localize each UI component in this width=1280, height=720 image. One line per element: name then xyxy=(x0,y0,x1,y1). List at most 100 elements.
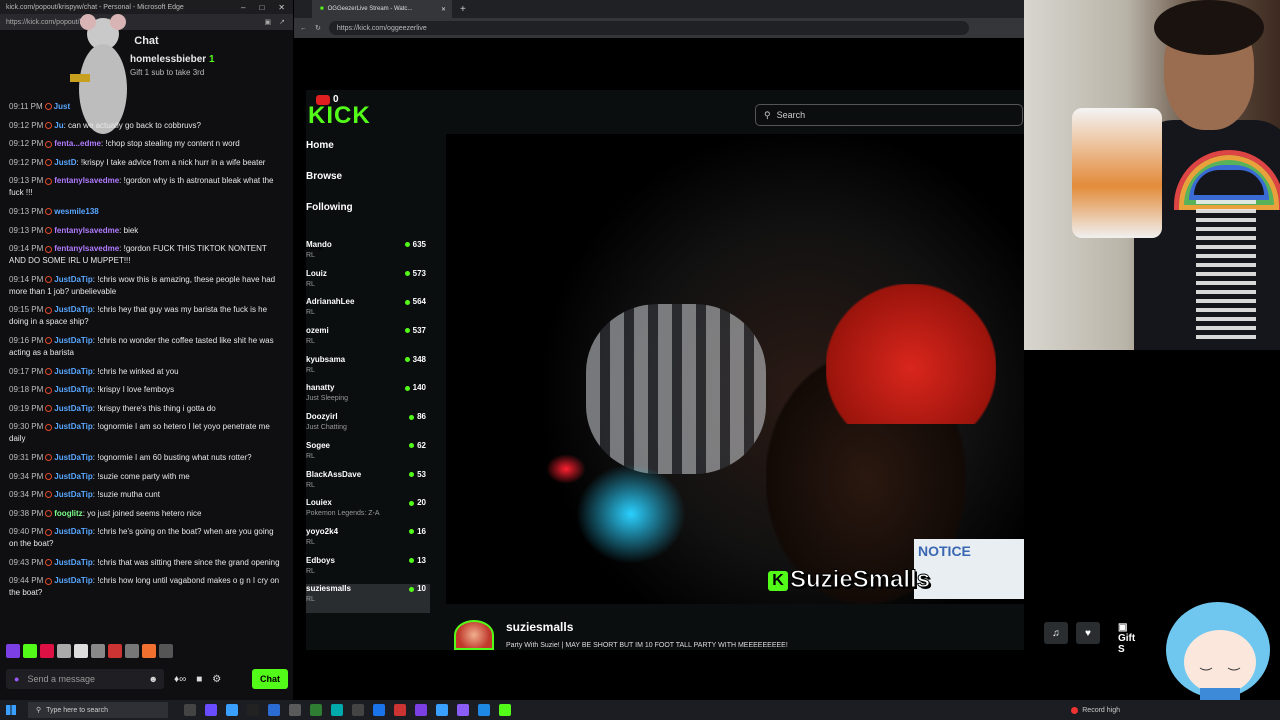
emote-icon[interactable] xyxy=(6,644,20,658)
message-username[interactable]: JustDaTip xyxy=(54,404,93,413)
taskbar-app-icon[interactable] xyxy=(289,704,301,716)
taskbar-app-icon[interactable] xyxy=(457,704,469,716)
message-username[interactable]: fenta...edme xyxy=(54,139,101,148)
emote-icon[interactable] xyxy=(23,644,37,658)
gear-icon[interactable]: ⚙ xyxy=(212,674,221,685)
bell-icon[interactable]: ♫ xyxy=(1044,622,1068,644)
following-channel[interactable]: ozemi RL 537 xyxy=(306,326,430,355)
message-username[interactable]: fentanylsavedme xyxy=(54,226,119,235)
following-channel[interactable]: hanatty Just Sleeping 140 xyxy=(306,383,430,412)
taskbar-search[interactable]: ⚲ Type here to search xyxy=(28,702,168,718)
emote-icon[interactable] xyxy=(142,644,156,658)
following-channel[interactable]: BlackAssDave RL 53 xyxy=(306,470,430,499)
message-username[interactable]: Just xyxy=(54,102,70,111)
nav-browse[interactable]: Browse xyxy=(306,171,436,202)
following-channel[interactable]: Doozyirl Just Chatting 86 xyxy=(306,412,430,441)
following-channel[interactable]: Louiz RL 573 xyxy=(306,269,430,298)
kick-logo[interactable]: KICK xyxy=(308,102,371,130)
channel-category: RL xyxy=(306,252,315,259)
chat-message-input[interactable]: ● Send a message ☻ xyxy=(6,669,164,689)
avatar[interactable] xyxy=(454,620,494,650)
message-username[interactable]: Ju xyxy=(54,121,63,130)
taskbar-app-icon[interactable] xyxy=(394,704,406,716)
following-channel[interactable]: kyubsama RL 348 xyxy=(306,355,430,384)
message-username[interactable]: JustDaTip xyxy=(54,490,93,499)
message-username[interactable]: JustDaTip xyxy=(54,367,93,376)
streamer-name[interactable]: suziesmalls xyxy=(506,620,573,634)
message-username[interactable]: JustDaTip xyxy=(54,422,93,431)
search-input[interactable]: ⚲ Search xyxy=(755,104,1023,126)
taskbar-app-icon[interactable] xyxy=(499,704,511,716)
message-username[interactable]: JustDaTip xyxy=(54,527,93,536)
message-username[interactable]: JustDaTip xyxy=(54,305,93,314)
refresh-icon[interactable]: ↻ xyxy=(315,24,321,32)
chat-message: 09:34 PM JustDaTip: !suzie come party wit… xyxy=(9,471,284,483)
taskbar-app-icon[interactable] xyxy=(415,704,427,716)
message-username[interactable]: JustDaTip xyxy=(54,275,93,284)
video-player[interactable]: NOTICE K SuzieSmalls xyxy=(446,134,1024,604)
message-username[interactable]: JustDaTip xyxy=(54,576,93,585)
user-badge-icon xyxy=(45,528,53,536)
new-tab-icon[interactable]: + xyxy=(460,4,466,15)
taskbar-app-icon[interactable] xyxy=(184,704,196,716)
message-username[interactable]: JustDaTip xyxy=(54,558,93,567)
nav-home[interactable]: Home xyxy=(306,140,436,171)
message-username[interactable]: fentanylsavedme xyxy=(54,176,119,185)
taskbar-app-icon[interactable] xyxy=(247,704,259,716)
message-username[interactable]: JustDaTip xyxy=(54,385,93,394)
following-channel[interactable]: Louiex Pokemon Legends: Z-A 20 xyxy=(306,498,430,527)
following-channel[interactable]: AdrianahLee RL 564 xyxy=(306,297,430,326)
gifter-username[interactable]: homelessbieber xyxy=(130,54,206,65)
read-aloud-icon[interactable]: ▣ xyxy=(265,18,272,26)
message-username[interactable]: fooglitz xyxy=(54,509,82,518)
following-channel[interactable]: Edboys RL 13 xyxy=(306,556,430,585)
minimize-icon[interactable]: – xyxy=(241,3,245,12)
back-icon[interactable]: ← xyxy=(300,25,307,32)
edge-addressbar[interactable]: https://kick.com/popout/krispyw/chat ▣ ↗ xyxy=(0,14,293,30)
message-username[interactable]: JustD xyxy=(54,158,76,167)
taskbar-app-icon[interactable] xyxy=(310,704,322,716)
gift-subs-button[interactable]: ▣ Gift S xyxy=(1118,622,1135,655)
emote-icon[interactable] xyxy=(91,644,105,658)
emote-icon[interactable] xyxy=(108,644,122,658)
taskbar-app-icon[interactable] xyxy=(436,704,448,716)
following-channel[interactable]: suziesmalls RL 10 xyxy=(306,584,430,613)
emoji-icon[interactable]: ☻ xyxy=(149,674,158,684)
emote-icon[interactable] xyxy=(40,644,54,658)
tab-oggeezerlive[interactable]: ■ OGGeezerLive Stream - Watc... ✕ xyxy=(312,0,452,18)
taskbar-app-icon[interactable] xyxy=(352,704,364,716)
message-username[interactable]: wesmile138 xyxy=(54,207,98,216)
message-username[interactable]: fentanylsavedme xyxy=(54,244,119,253)
mic-icon[interactable]: ● xyxy=(14,674,19,684)
taskbar-app-icon[interactable] xyxy=(331,704,343,716)
following-channel[interactable]: Mando RL 635 xyxy=(306,240,430,269)
share-icon[interactable]: ↗ xyxy=(279,18,285,26)
close-icon[interactable]: ✕ xyxy=(278,3,285,12)
kick-topbar: 0 KICK ⚲ Search xyxy=(306,90,1024,134)
taskbar-app-icon[interactable] xyxy=(373,704,385,716)
taskbar-app-icon[interactable] xyxy=(205,704,217,716)
following-channel[interactable]: yoyo2k4 RL 16 xyxy=(306,527,430,556)
user-badge-icon xyxy=(45,559,53,567)
chat-message-list[interactable]: 09:11 PM Just 09:12 PM Ju: can we actually … xyxy=(0,101,290,641)
nav-following[interactable]: Following xyxy=(306,202,436,233)
taskbar-app-icon[interactable] xyxy=(478,704,490,716)
emote-icon[interactable] xyxy=(159,644,173,658)
heart-icon[interactable]: ♥ xyxy=(1076,622,1100,644)
maximize-icon[interactable]: □ xyxy=(259,3,264,12)
points-icon[interactable]: ♦∞ xyxy=(174,674,186,685)
message-username[interactable]: JustDaTip xyxy=(54,453,93,462)
taskbar-app-icon[interactable] xyxy=(268,704,280,716)
tab-close-icon[interactable]: ✕ xyxy=(441,6,446,13)
message-username[interactable]: JustDaTip xyxy=(54,472,93,481)
url-field[interactable]: https://kick.com/oggeezerlive xyxy=(328,21,969,35)
emote-icon[interactable] xyxy=(57,644,71,658)
message-username[interactable]: JustDaTip xyxy=(54,336,93,345)
chat-send-button[interactable]: Chat xyxy=(252,669,288,689)
following-channel[interactable]: Sogee RL 62 xyxy=(306,441,430,470)
windows-start-icon[interactable] xyxy=(6,705,16,715)
taskbar-app-icon[interactable] xyxy=(226,704,238,716)
emote-icon[interactable] xyxy=(125,644,139,658)
emote-icon[interactable] xyxy=(74,644,88,658)
store-icon[interactable]: ■ xyxy=(196,674,202,685)
